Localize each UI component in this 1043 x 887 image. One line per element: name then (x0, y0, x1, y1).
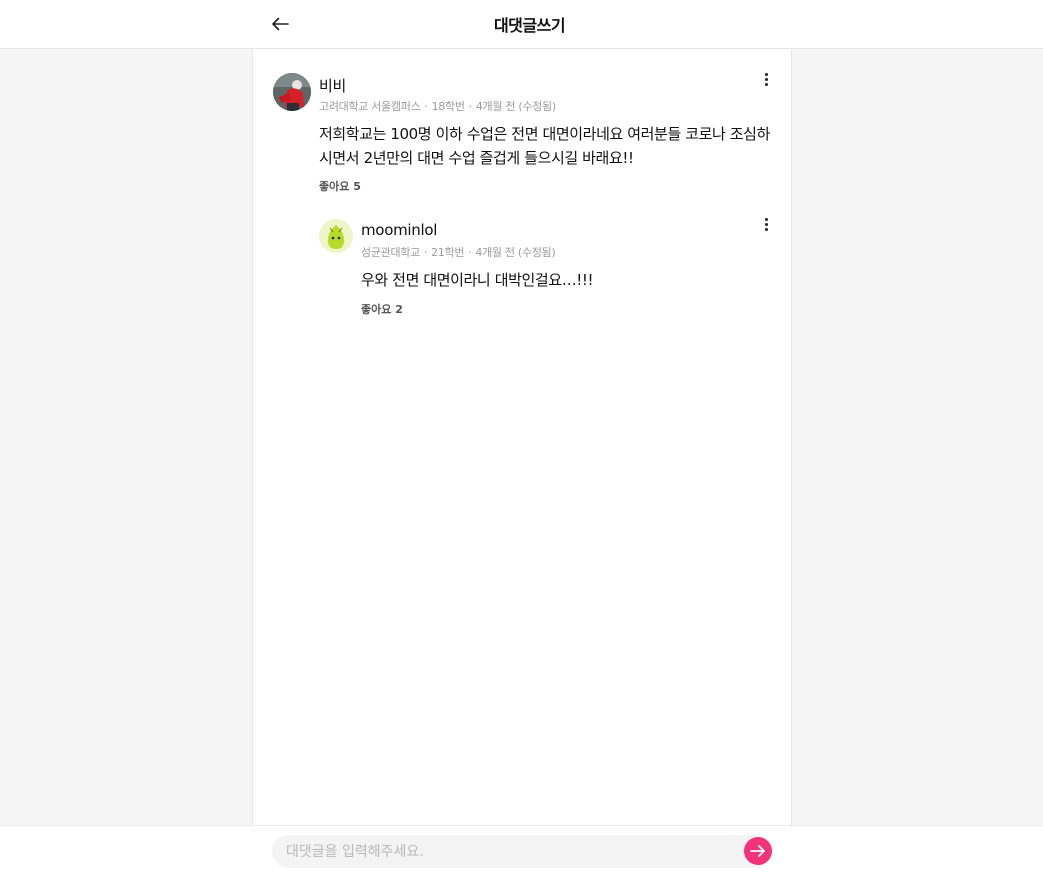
comment-body: 저희학교는 100명 이하 수업은 전면 대면이라네요 여러분들 코로나 조심하… (319, 125, 770, 167)
comment-meta: 고려대학교 서울캠퍼스 · 18학번 · 4개월 전 (수정됨) (319, 100, 556, 113)
reply-composer (0, 825, 1043, 887)
comment-time: 4개월 전 (수정됨) (475, 100, 556, 113)
reply-meta: 성균관대학교 · 21학번 · 4개월 전 (수정됨) (361, 246, 556, 259)
reply-input[interactable] (286, 835, 726, 868)
comment-more-button[interactable] (759, 70, 773, 88)
top-header: 대댓글쓰기 (0, 0, 1043, 49)
reply-like-button[interactable]: 좋아요 2 (361, 301, 403, 317)
comment-thread: 비비 고려대학교 서울캠퍼스 · 18학번 · 4개월 전 (수정됨) 저희학교는 10… (252, 49, 792, 825)
comment-year: 18학번 (431, 100, 465, 113)
reply-school: 성균관대학교 (361, 246, 420, 259)
reply-author[interactable]: moominlol (361, 221, 437, 239)
avatar-image (273, 73, 311, 111)
arrow-right-icon (750, 845, 765, 857)
more-vertical-icon (764, 72, 768, 76)
avatar[interactable] (273, 73, 311, 111)
comment-school: 고려대학교 서울캠퍼스 (319, 100, 421, 113)
reply-time: 4개월 전 (수정됨) (475, 246, 556, 259)
comment-like-button[interactable]: 좋아요 5 (319, 178, 361, 194)
send-button[interactable] (744, 837, 772, 865)
comment-author[interactable]: 비비 (319, 75, 346, 96)
more-vertical-icon (764, 217, 768, 221)
reply-year: 21학번 (431, 246, 465, 259)
page-title: 대댓글쓰기 (493, 16, 566, 35)
reply-input-wrapper (272, 835, 772, 868)
reply-body: 우와 전면 대면이라니 대박인걸요…!!! (361, 271, 594, 289)
reply-avatar-image (319, 219, 353, 253)
reply-avatar[interactable] (319, 219, 353, 253)
reply-more-button[interactable] (759, 215, 773, 233)
